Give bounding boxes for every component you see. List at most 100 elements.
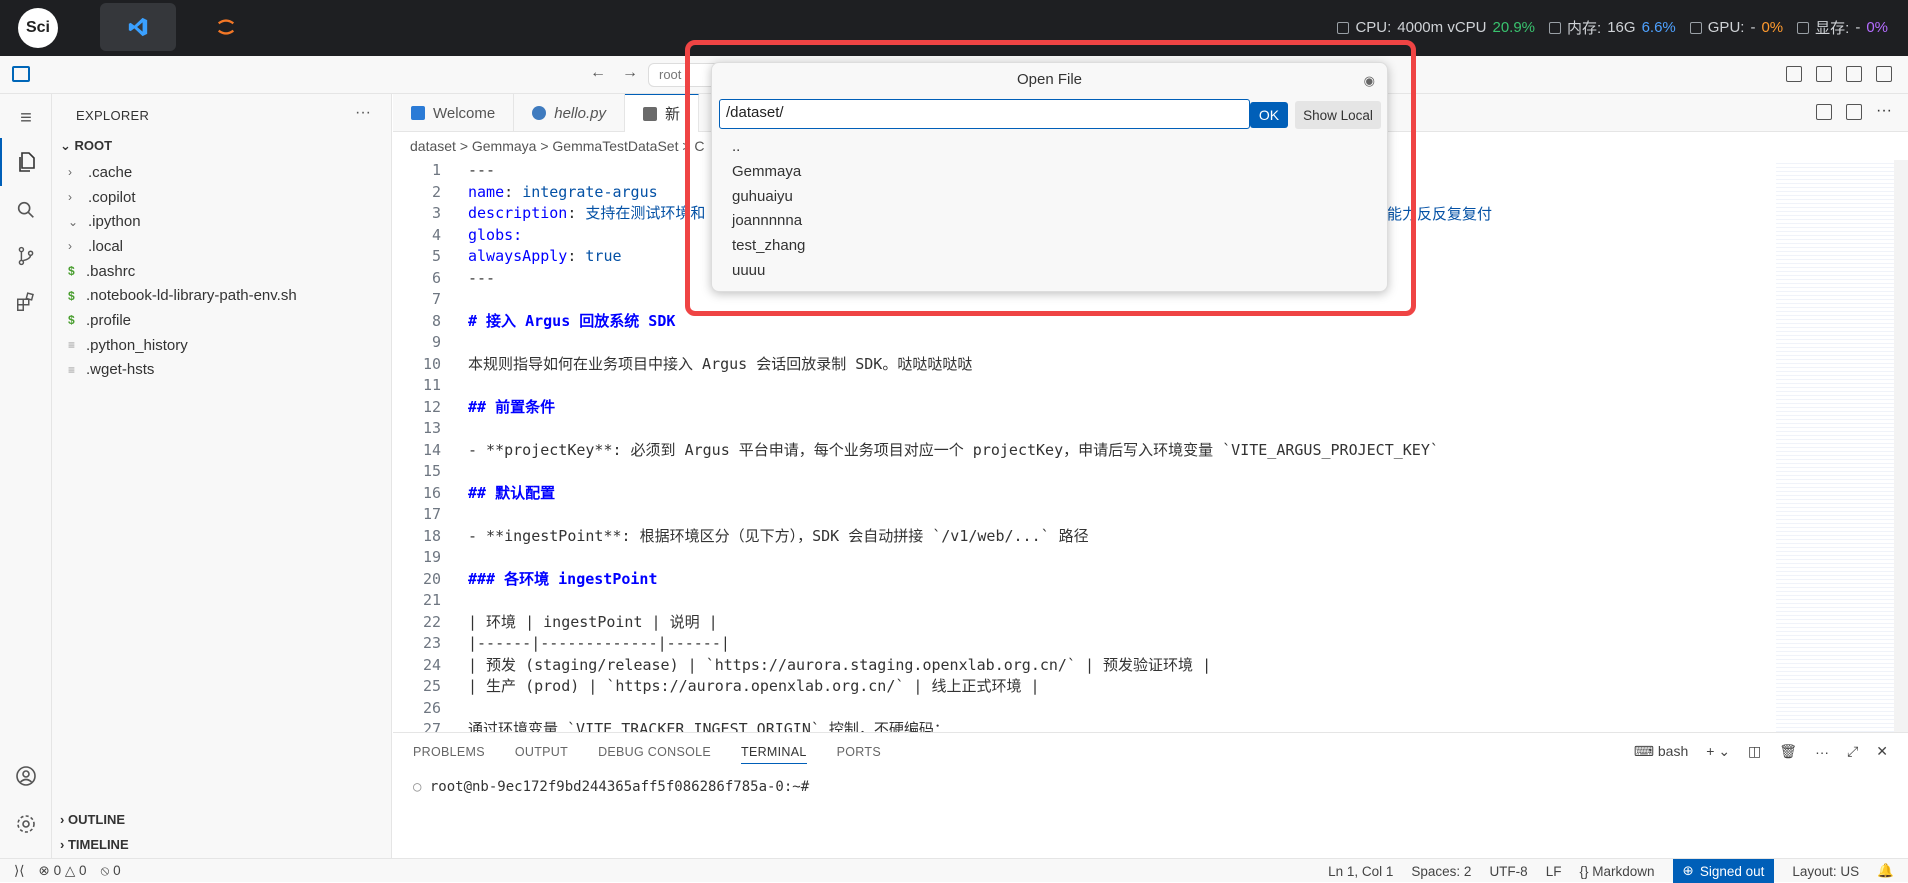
breadcrumb[interactable]: dataset > Gemmaya > GemmaTestDataSet > C	[410, 138, 705, 154]
indentation[interactable]: Spaces: 2	[1411, 864, 1471, 879]
jupyter-app-tab[interactable]	[188, 3, 264, 51]
close-panel-icon[interactable]: ✕	[1876, 743, 1888, 760]
tab-ports[interactable]: PORTS	[837, 745, 881, 764]
jupyter-icon	[217, 19, 235, 35]
menu-icon[interactable]: ≡	[0, 94, 52, 142]
timeline-section[interactable]: › TIMELINE	[60, 837, 129, 852]
line-number: 16	[422, 483, 441, 502]
minimap[interactable]	[1776, 160, 1894, 732]
ports-indicator[interactable]: ⦸ 0	[101, 863, 121, 879]
tab-welcome[interactable]: Welcome	[393, 94, 515, 132]
show-local-button[interactable]: Show Local	[1295, 101, 1381, 129]
dialog-title: Open File	[1016, 71, 1083, 88]
split-terminal-icon[interactable]: ◫	[1748, 743, 1761, 760]
tree-item-local[interactable]: › .local	[52, 234, 392, 259]
list-item[interactable]: guhuaiyu	[732, 185, 805, 210]
tree-root[interactable]: ⌄ ROOT	[60, 138, 112, 154]
python-icon	[532, 106, 547, 120]
account-status[interactable]: ⊕ Signed out	[1672, 859, 1775, 883]
bottom-panel: PROBLEMS OUTPUT DEBUG CONSOLE TERMINAL P…	[393, 732, 1908, 858]
tree-item-label: .wget-hsts	[86, 361, 155, 379]
list-item[interactable]: Gemmaya	[732, 160, 805, 185]
notifications-bell-icon[interactable]: 🔔	[1877, 863, 1894, 879]
terminal-shell-selector[interactable]: ⌨ bash	[1634, 743, 1688, 760]
extensions-icon[interactable]	[0, 278, 52, 326]
explorer-sidebar: EXPLORER ··· ⌄ ROOT › .cache › .copilot ⌄.…	[52, 94, 392, 858]
tree-item-notebook-env[interactable]: $ .notebook-ld-library-path-env.sh	[52, 283, 392, 308]
line-number: 12	[422, 397, 441, 416]
cpu-icon	[1337, 21, 1350, 34]
more-actions-icon[interactable]: ···	[1815, 744, 1829, 760]
settings-gear-icon[interactable]	[0, 800, 52, 848]
shell-label: bash	[1657, 743, 1689, 759]
maximize-panel-icon[interactable]: ⤢	[1847, 743, 1858, 760]
more-actions-icon[interactable]: ···	[355, 104, 371, 122]
customize-layout-icon[interactable]	[1786, 66, 1802, 82]
file-path-input[interactable]: /dataset/	[719, 99, 1250, 129]
tree-item-cache[interactable]: › .cache	[52, 160, 392, 185]
split-editor-icon[interactable]	[1846, 104, 1862, 120]
search-icon[interactable]	[0, 186, 52, 234]
show-hidden-icon[interactable]: ◉	[1364, 73, 1375, 89]
language-mode[interactable]: {} Markdown	[1579, 864, 1654, 879]
account-label: Signed out	[1699, 863, 1765, 879]
editor-actions: ···	[1816, 103, 1892, 120]
problems-indicator[interactable]: ⊗ 0 △ 0	[39, 863, 87, 879]
code-line: ### 各环境 ingestPoint	[468, 569, 658, 588]
kill-terminal-icon[interactable]: 🗑	[1779, 743, 1797, 760]
tree-item-ipython[interactable]: ⌄ .ipython	[52, 209, 392, 234]
tab-output[interactable]: OUTPUT	[515, 745, 568, 764]
tree-item-profile[interactable]: $ .profile	[52, 308, 392, 333]
line-number: 4	[431, 225, 441, 244]
app-menu-icon[interactable]	[12, 66, 30, 82]
forward-arrow-icon[interactable]: →	[622, 64, 638, 82]
toggle-panel-icon[interactable]	[1846, 66, 1862, 82]
tree-item-python-history[interactable]: ≡ .python_history	[52, 333, 392, 358]
toggle-sidebar-icon[interactable]	[1816, 66, 1832, 82]
tree-item-copilot[interactable]: › .copilot	[52, 185, 392, 210]
outline-section[interactable]: › OUTLINE	[60, 812, 125, 827]
tab-debug-console[interactable]: DEBUG CONSOLE	[598, 745, 711, 764]
tab-terminal[interactable]: TERMINAL	[741, 745, 807, 764]
app-logo[interactable]: Sci	[18, 8, 58, 48]
list-item[interactable]: uuuu	[732, 259, 805, 284]
new-terminal-icon[interactable]: + ⌄	[1706, 743, 1730, 760]
list-item[interactable]: ..	[732, 135, 805, 160]
tree-item-bashrc[interactable]: $ .bashrc	[52, 259, 392, 284]
ok-button[interactable]: OK	[1250, 102, 1288, 128]
account-icon[interactable]	[0, 752, 52, 800]
explorer-icon[interactable]	[0, 138, 52, 186]
cursor-position[interactable]: Ln 1, Col 1	[1328, 864, 1393, 879]
source-control-icon[interactable]	[0, 232, 52, 280]
tree-item-label: .copilot	[88, 188, 136, 206]
gpu-label: GPU:	[1707, 19, 1745, 36]
code-line: 本规则指导如何在业务项目中接入 Argus 会话回放录制 SDK。哒哒哒哒哒	[468, 354, 973, 373]
terminal-output[interactable]: ○ root@nb-9ec172f9bd244365aff5f086286f78…	[413, 779, 809, 795]
open-preview-icon[interactable]	[1816, 104, 1832, 120]
tab-label: hello.py	[554, 104, 606, 122]
status-right: Ln 1, Col 1 Spaces: 2 UTF-8 LF {} Markdo…	[1328, 859, 1894, 883]
line-number: 9	[431, 333, 441, 351]
mem-percent: 6.6%	[1641, 19, 1676, 36]
shell-file-icon: $	[68, 264, 75, 279]
list-item[interactable]: test_zhang	[732, 234, 805, 259]
list-item[interactable]: joannnnna	[732, 209, 805, 234]
vram-icon	[1797, 21, 1810, 34]
line-number: 24	[422, 655, 441, 674]
tab-hello-py[interactable]: hello.py	[514, 94, 625, 132]
line-number: 26	[422, 698, 441, 717]
eol[interactable]: LF	[1546, 864, 1562, 879]
tree-item-wget-hsts[interactable]: ≡ .wget-hsts	[52, 358, 392, 383]
keyboard-layout[interactable]: Layout: US	[1792, 864, 1859, 879]
editor-scrollbar[interactable]	[1894, 160, 1908, 732]
toggle-secondary-sidebar-icon[interactable]	[1876, 66, 1892, 82]
braces-icon: {}	[1579, 863, 1593, 879]
more-actions-icon[interactable]: ···	[1876, 103, 1892, 120]
tab-problems[interactable]: PROBLEMS	[413, 745, 485, 764]
remote-icon[interactable]: ⟩⟨	[14, 863, 25, 879]
encoding[interactable]: UTF-8	[1489, 864, 1527, 879]
vscode-app-tab[interactable]	[100, 3, 176, 51]
tab-new-file[interactable]: 新	[624, 94, 699, 132]
line-number: 22	[422, 612, 441, 631]
back-arrow-icon[interactable]: ←	[590, 64, 606, 82]
